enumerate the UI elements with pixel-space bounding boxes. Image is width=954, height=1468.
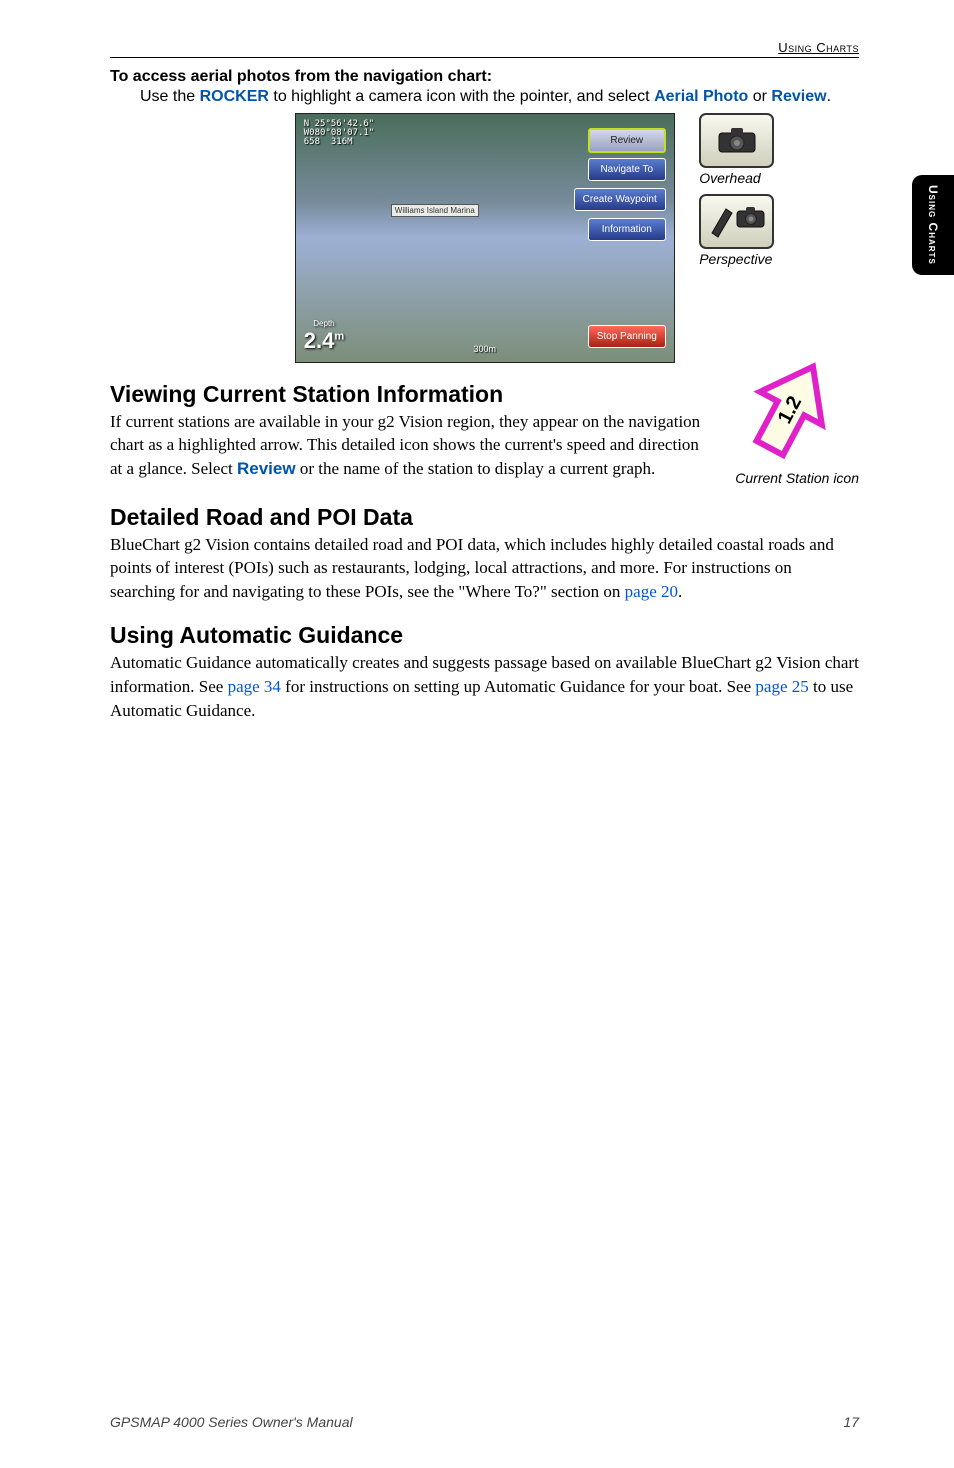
page-34-link[interactable]: page 34 — [228, 677, 281, 696]
chart-scale: 300m — [474, 344, 497, 354]
overhead-label: Overhead — [699, 170, 774, 186]
review-button[interactable]: Review — [588, 128, 666, 153]
create-waypoint-button[interactable]: Create Waypoint — [574, 188, 666, 211]
header-rule — [110, 57, 859, 58]
perspective-label: Perspective — [699, 251, 774, 267]
page-20-link[interactable]: page 20 — [625, 582, 678, 601]
coord-dist: 658 — [304, 137, 320, 147]
depth-label: Depth — [304, 319, 344, 328]
perspective-camera-icon-box — [699, 194, 774, 249]
chart-coordinates: N 25°56'42.6" W080°08'07.1" 658 316M — [304, 120, 374, 147]
auto-guidance-title: Using Automatic Guidance — [110, 622, 859, 649]
instruction-heading: To access aerial photos from the navigat… — [110, 68, 859, 86]
rocker-label: ROCKER — [200, 88, 269, 105]
current-station-section: 1.2 Current Station icon Viewing Current… — [110, 381, 859, 486]
page-content: Using Charts To access aerial photos fro… — [0, 0, 954, 1468]
instruction-body: Use the ROCKER to highlight a camera ico… — [140, 86, 859, 108]
footer: GPSMAP 4000 Series Owner's Manual 17 — [110, 1414, 859, 1430]
navigate-to-button[interactable]: Navigate To — [588, 158, 666, 181]
current-station-icon-block: 1.2 Current Station icon — [735, 353, 859, 486]
camera-icon-legend: Overhead Perspective — [699, 113, 774, 275]
header-section: Using Charts — [110, 40, 859, 55]
review-label: Review — [771, 88, 826, 105]
stop-panning-button[interactable]: Stop Panning — [588, 325, 666, 348]
camera-overhead-icon — [716, 125, 758, 155]
instr-mid: to highlight a camera icon with the poin… — [269, 88, 654, 105]
island-label: Williams Island Marina — [391, 204, 479, 217]
chart-figure-row: N 25°56'42.6" W080°08'07.1" 658 316M Wil… — [110, 113, 859, 363]
page-25-link[interactable]: page 25 — [755, 677, 808, 696]
overhead-camera-icon-box — [699, 113, 774, 168]
current-arrow-icon: 1.2 — [735, 353, 845, 468]
instr-pre: Use the — [140, 88, 200, 105]
page-number: 17 — [843, 1414, 859, 1430]
footer-manual-title: GPSMAP 4000 Series Owner's Manual — [110, 1414, 353, 1430]
road-poi-title: Detailed Road and POI Data — [110, 504, 859, 531]
ag-body-mid: for instructions on setting up Automatic… — [281, 677, 756, 696]
camera-perspective-icon — [704, 201, 769, 241]
rp-body-end: . — [678, 582, 682, 601]
current-icon-caption: Current Station icon — [735, 470, 859, 486]
depth-value: 2.4 — [304, 328, 335, 353]
cs-body-post: or the name of the station to display a … — [296, 459, 656, 478]
chart-depth: Depth 2.4m — [304, 319, 344, 354]
information-button[interactable]: Information — [588, 218, 666, 241]
auto-guidance-body: Automatic Guidance automatically creates… — [110, 651, 859, 722]
review-inline: Review — [237, 459, 296, 478]
rp-body-pre: BlueChart g2 Vision contains detailed ro… — [110, 535, 834, 602]
depth-unit: m — [334, 330, 344, 342]
aerial-photo-label: Aerial Photo — [654, 88, 748, 105]
coord-brg: 316M — [331, 137, 353, 147]
road-poi-body: BlueChart g2 Vision contains detailed ro… — [110, 533, 859, 604]
navigation-chart-screenshot: N 25°56'42.6" W080°08'07.1" 658 316M Wil… — [295, 113, 675, 363]
instr-end: . — [827, 88, 831, 105]
instr-or: or — [748, 88, 771, 105]
